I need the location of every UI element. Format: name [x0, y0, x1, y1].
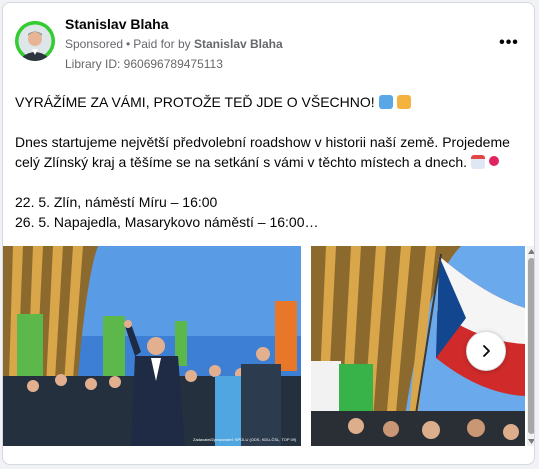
sponsored-label: Sponsored — [65, 37, 124, 51]
scroll-up-icon[interactable] — [527, 246, 534, 256]
scrollbar-thumb[interactable] — [528, 258, 534, 434]
post-text: VYRÁŽÍME ZA VÁMI, PROTOŽE TEĎ JDE O VŠEC… — [15, 92, 520, 232]
scroll-down-icon[interactable] — [527, 436, 534, 446]
more-options-button[interactable]: ••• — [497, 33, 521, 53]
event-line-2: 26. 5. Napajedla, Masarykovo náměstí – 1… — [15, 214, 319, 230]
ad-post-card: Stanislav Blaha Sponsored • Paid for by St… — [2, 2, 535, 465]
author-name[interactable]: Stanislav Blaha — [65, 16, 169, 32]
event-line-1: 22. 5. Zlín, náměstí Míru – 16:00 — [15, 194, 218, 210]
bus-emoji-icon — [396, 95, 411, 109]
image-carousel: Zadavatel/Zpracovatel: SPOLU (ODS, KDU-Č… — [3, 246, 534, 446]
photo-caption: Zadavatel/Zpracovatel: SPOLU (ODS, KDU-Č… — [193, 437, 297, 442]
post-headline: VYRÁŽÍME ZA VÁMI, PROTOŽE TEĎ JDE O VŠEC… — [15, 94, 375, 110]
pin-emoji-icon — [489, 156, 500, 166]
more-horizontal-icon: ••• — [499, 34, 519, 51]
chevron-right-icon — [483, 345, 490, 357]
carousel-next-button[interactable] — [466, 331, 506, 371]
library-id: Library ID: 960696789475113 — [65, 57, 223, 71]
separator-dot: • — [126, 37, 131, 51]
calendar-emoji-icon — [471, 155, 486, 169]
scrollbar[interactable] — [527, 246, 534, 446]
paid-for-label: Paid for by — [133, 37, 191, 51]
post-body: Dnes startujeme největší předvolební roa… — [15, 134, 510, 170]
map-emoji-icon — [378, 95, 393, 109]
author-avatar[interactable] — [15, 21, 55, 61]
carousel-photo-1[interactable]: Zadavatel/Zpracovatel: SPOLU (ODS, KDU-Č… — [3, 246, 301, 446]
paid-for-name[interactable]: Stanislav Blaha — [194, 37, 283, 51]
sponsored-line: Sponsored • Paid for by Stanislav Blaha — [65, 37, 283, 51]
